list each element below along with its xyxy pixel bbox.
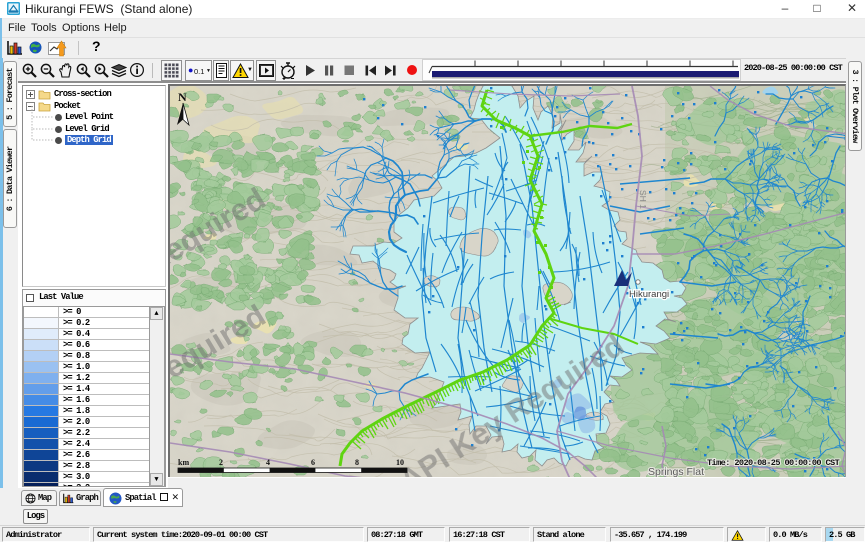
svg-text:10: 10 xyxy=(396,458,404,467)
svg-text:km: km xyxy=(178,458,189,467)
svg-text:8: 8 xyxy=(355,458,359,467)
svg-text:SH 1: SH 1 xyxy=(638,190,648,209)
svg-text:Springs Flat: Springs Flat xyxy=(648,466,704,477)
svg-text:Time: 2020-08-25 00:00:00 CST: Time: 2020-08-25 00:00:00 CST xyxy=(707,458,840,468)
svg-text:6: 6 xyxy=(311,458,315,467)
svg-text:4: 4 xyxy=(266,458,270,467)
svg-text:Hikurangi: Hikurangi xyxy=(629,289,669,300)
svg-text:2: 2 xyxy=(219,458,223,467)
svg-text:N: N xyxy=(178,90,187,104)
